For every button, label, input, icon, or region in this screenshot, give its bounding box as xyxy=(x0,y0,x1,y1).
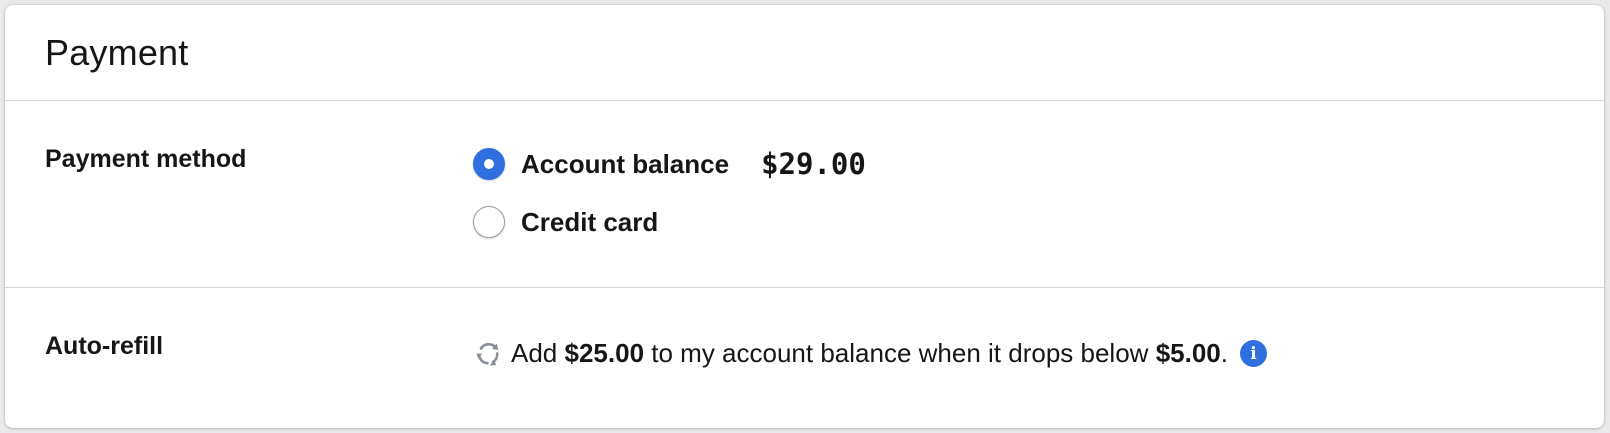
radio-dot xyxy=(484,159,494,169)
refill-threshold: $5.00 xyxy=(1155,338,1221,368)
info-icon[interactable]: i xyxy=(1240,340,1267,367)
refill-text-end: . xyxy=(1220,338,1228,368)
radio-option-credit-card[interactable]: Credit card xyxy=(473,206,658,238)
auto-refill-row: Auto-refill Add $25.00 to my account bal… xyxy=(5,288,1604,426)
radio-option-account-balance[interactable]: Account balance $29.00 xyxy=(473,147,866,181)
account-balance-radio[interactable] xyxy=(473,148,505,180)
refill-text-add: Add xyxy=(511,338,558,368)
payment-method-row: Payment method Account balance $29.00 Cr… xyxy=(5,101,1604,288)
payment-method-label: Payment method xyxy=(45,145,247,173)
auto-refill-label: Auto-refill xyxy=(45,332,164,360)
credit-card-radio[interactable] xyxy=(473,206,505,238)
payment-card: Payment Payment method Account balance $… xyxy=(5,5,1604,428)
refill-text-middle: to my account balance when it drops belo… xyxy=(651,338,1149,368)
credit-card-label[interactable]: Credit card xyxy=(521,207,658,238)
refresh-icon xyxy=(476,342,499,365)
account-balance-amount: $29.00 xyxy=(761,147,866,181)
account-balance-label[interactable]: Account balance xyxy=(521,149,729,180)
card-header: Payment xyxy=(5,5,1604,101)
page-title: Payment xyxy=(45,31,189,73)
auto-refill-description: Add $25.00 to my account balance when it… xyxy=(473,338,1267,369)
refill-amount: $25.00 xyxy=(564,338,645,368)
